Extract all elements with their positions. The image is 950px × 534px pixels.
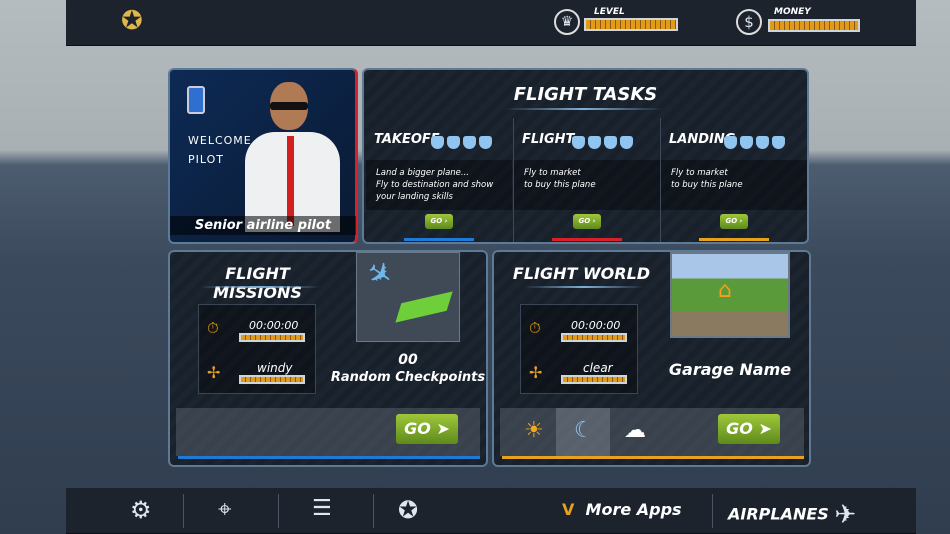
task-column-landing: LANDING Fly to market to buy this plane GO… [660, 118, 807, 242]
money-meter [768, 19, 860, 32]
money-icon: $ [736, 9, 762, 35]
shield-icon [431, 136, 444, 149]
shield-icon [588, 136, 601, 149]
shield-icon [463, 136, 476, 149]
wind-icon: ✢ [207, 363, 221, 382]
map-pin-icon[interactable]: ⌖ [218, 495, 232, 523]
task-go-button[interactable]: GO › [573, 214, 601, 229]
garage-name: Garage Name [668, 360, 792, 379]
shield-icon [604, 136, 617, 149]
task-column-flight: FLIGHT Fly to market to buy this plane GO … [513, 118, 660, 242]
shield-icon [740, 136, 753, 149]
task-rating [428, 132, 492, 151]
wind-icon: ✢ [529, 363, 543, 382]
rank-text: Senior airline pilot [170, 216, 356, 235]
world-time: 00:00:00 [571, 319, 621, 332]
missions-title: FLIGHT MISSIONS [213, 264, 302, 302]
task-desc-line: your landing skills [376, 192, 453, 202]
missions-go-button[interactable]: GO ➤ [396, 414, 458, 444]
world-go-button[interactable]: GO ➤ [718, 414, 780, 444]
flight-missions-panel: FLIGHT MISSIONS ⏱ 00:00:00 ✢ windy ✈ 00 … [168, 250, 488, 467]
top-bar: ✪ ♛ LEVEL $ MONEY [66, 0, 916, 46]
v-logo-icon: V [562, 500, 575, 519]
shield-icon [620, 136, 633, 149]
task-column-takeoff: TAKEOFF Land a bigger plane... Fly to des… [366, 118, 512, 242]
mission-stats: ⏱ 00:00:00 ✢ windy [198, 304, 316, 394]
world-title: FLIGHT WORLD [512, 264, 651, 283]
checklist-icon[interactable]: ☰ [312, 496, 332, 521]
task-go-button[interactable]: GO › [425, 214, 453, 229]
sun-icon[interactable]: ☀ [524, 418, 544, 443]
trophy-icon: ♛ [554, 9, 580, 35]
task-go-button[interactable]: GO › [720, 214, 748, 229]
task-desc-line: Fly to market [671, 168, 728, 178]
pilot-panel[interactable]: WELCOME PILOT Senior airline pilot [168, 68, 358, 244]
pilot-text: PILOT [188, 153, 224, 166]
stopwatch-icon: ⏱ [529, 319, 541, 337]
task-desc-line: to buy this plane [671, 180, 743, 190]
badge-icon [187, 86, 205, 114]
task-desc-line: to buy this plane [524, 180, 596, 190]
shield-icon [479, 136, 492, 149]
shield-icon [572, 136, 585, 149]
shield-icon [756, 136, 769, 149]
bottom-bar: ⚙ ⌖ ☰ ✪ V More Apps AIRPLANES ✈ [66, 488, 916, 534]
shield-icon [772, 136, 785, 149]
more-apps-button[interactable]: V More Apps [562, 500, 682, 519]
task-rating [721, 132, 785, 151]
checkpoint-count: 00 [398, 352, 418, 368]
achievement-icon[interactable]: ✪ [398, 496, 418, 524]
settings-icon[interactable]: ⚙ [130, 496, 152, 524]
mission-weather: windy [257, 361, 293, 375]
money-label: MONEY [774, 7, 811, 17]
plane-icon: ✈ [359, 252, 400, 297]
task-color-bar [699, 238, 769, 241]
task-desc-line: Fly to destination and show [376, 180, 494, 190]
task-rating [569, 132, 633, 151]
shield-icon [724, 136, 737, 149]
flight-tasks-title: FLIGHT TASKS [513, 84, 658, 105]
pilot-avatar [240, 82, 345, 232]
task-color-bar [552, 238, 622, 241]
world-weather: clear [583, 361, 613, 375]
home-icon: ⌂ [718, 278, 732, 303]
checkpoint-label: Random Checkpoints [330, 370, 486, 385]
mission-time: 00:00:00 [249, 319, 299, 332]
flight-world-panel: FLIGHT WORLD ⏱ 00:00:00 ✢ clear ⌂ Garage… [492, 250, 811, 467]
world-stats: ⏱ 00:00:00 ✢ clear [520, 304, 638, 394]
garage-thumbnail[interactable]: ⌂ [670, 252, 790, 338]
airplanes-button[interactable]: AIRPLANES ✈ [728, 500, 856, 530]
moon-icon[interactable]: ☾ [574, 418, 594, 443]
airplane-icon: ✈ [834, 500, 857, 530]
task-color-bar [404, 238, 474, 241]
task-desc-line: Land a bigger plane... [376, 168, 470, 178]
shield-icon [447, 136, 460, 149]
cloud-icon[interactable]: ☁ [624, 418, 646, 443]
wings-logo-icon: ✪ [121, 6, 143, 36]
flight-tasks-panel: FLIGHT TASKS TAKEOFF Land a bigger plane… [362, 68, 809, 244]
stopwatch-icon: ⏱ [207, 319, 219, 337]
task-desc-line: Fly to market [524, 168, 581, 178]
level-meter [584, 18, 678, 31]
level-label: LEVEL [594, 7, 625, 17]
task-name: FLIGHT [522, 132, 575, 147]
mission-map-thumbnail[interactable]: ✈ [356, 252, 460, 342]
runway-icon [395, 291, 453, 323]
